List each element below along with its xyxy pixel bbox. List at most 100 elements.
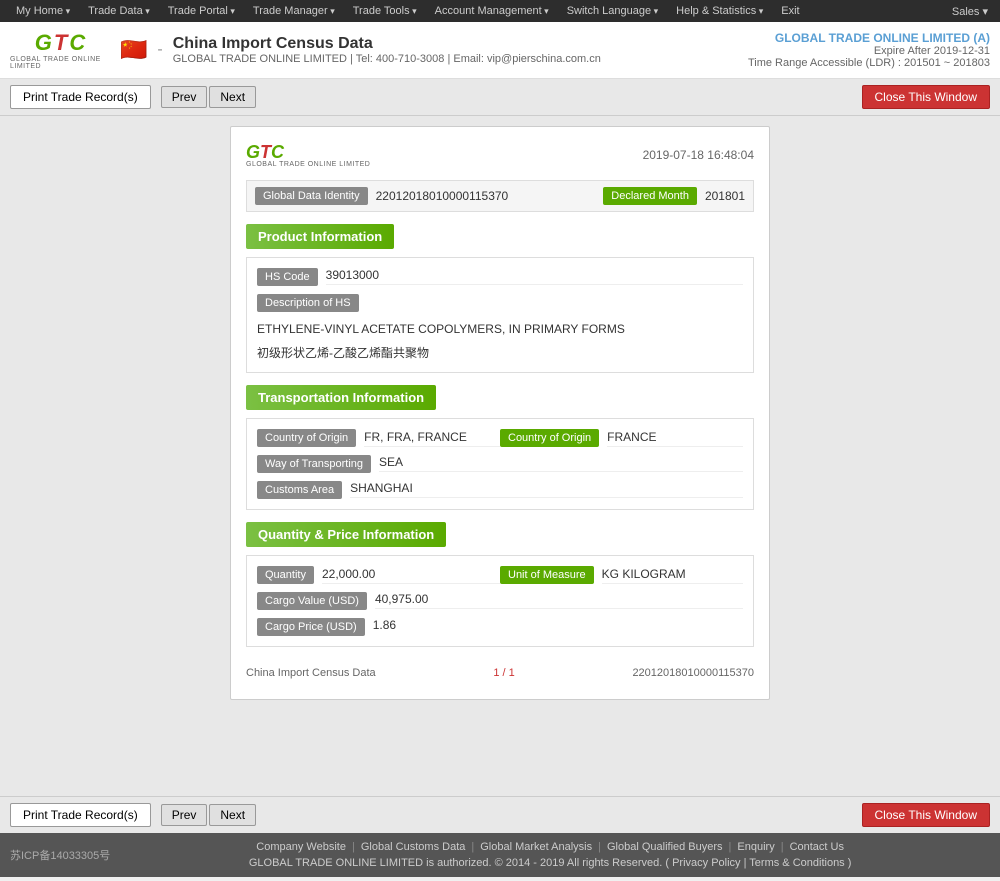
country-origin-right: Country of Origin FRANCE: [500, 429, 743, 447]
quantity-row: Quantity 22,000.00 Unit of Measure KG KI…: [257, 566, 743, 584]
nav-trade-tools[interactable]: Trade Tools: [345, 3, 425, 19]
cargo-price-value: 1.86: [373, 618, 743, 634]
unit-of-measure-label: Unit of Measure: [500, 566, 594, 584]
record-timestamp: 2019-07-18 16:48:04: [643, 148, 754, 162]
close-button-bottom[interactable]: Close This Window: [862, 803, 990, 827]
country-of-origin-label: Country of Origin: [257, 429, 356, 447]
transport-section-body: Country of Origin FR, FRA, FRANCE Countr…: [246, 418, 754, 510]
bottom-toolbar: Print Trade Record(s) Prev Next Close Th…: [0, 796, 1000, 833]
prev-button[interactable]: Prev: [161, 86, 208, 108]
nav-sales[interactable]: Sales ▾: [952, 5, 992, 18]
product-section: Product Information HS Code 39013000 Des…: [246, 224, 754, 373]
top-navigation: My Home Trade Data Trade Portal Trade Ma…: [0, 0, 1000, 22]
icp-number: 苏ICP备14033305号: [10, 847, 110, 863]
nav-my-home[interactable]: My Home: [8, 3, 78, 19]
nav-exit[interactable]: Exit: [773, 3, 807, 19]
country-of-origin-value: FR, FRA, FRANCE: [364, 430, 500, 447]
print-button-bottom[interactable]: Print Trade Record(s): [10, 803, 151, 827]
quantity-left: Quantity 22,000.00: [257, 566, 500, 584]
quantity-label: Quantity: [257, 566, 314, 584]
cargo-value-label: Cargo Value (USD): [257, 592, 367, 610]
description-cn: 初级形状乙烯-乙酸乙烯酯共聚物: [257, 344, 743, 362]
footer-bottom-row: 苏ICP备14033305号 Company Website | Global …: [10, 841, 990, 869]
prev-button-bottom[interactable]: Prev: [161, 804, 208, 826]
global-data-identity-value: 220120180100001153​70: [376, 189, 596, 203]
footer-id: 220120180100001153​70: [632, 667, 754, 679]
footer-global-customs[interactable]: Global Customs Data: [361, 841, 466, 853]
hs-code-value: 39013000: [326, 268, 743, 285]
quantity-section-header: Quantity & Price Information: [246, 522, 446, 547]
quantity-right: Unit of Measure KG KILOGRAM: [500, 566, 743, 584]
unit-of-measure-value: KG KILOGRAM: [602, 567, 743, 584]
hs-code-label: HS Code: [257, 268, 318, 286]
footer-company-website[interactable]: Company Website: [256, 841, 346, 853]
print-button[interactable]: Print Trade Record(s): [10, 85, 151, 109]
card-logo: G T C GLOBAL TRADE ONLINE LIMITED: [246, 142, 370, 168]
nav-help-statistics[interactable]: Help & Statistics: [668, 3, 771, 19]
customs-area-label: Customs Area: [257, 481, 342, 499]
cargo-price-label: Cargo Price (USD): [257, 618, 365, 636]
transport-section: Transportation Information Country of Or…: [246, 385, 754, 510]
cargo-value-value: 40,975.00: [375, 592, 743, 609]
country-origin-left: Country of Origin FR, FRA, FRANCE: [257, 429, 500, 447]
next-button-bottom[interactable]: Next: [209, 804, 256, 826]
nav-account-management[interactable]: Account Management: [427, 3, 557, 19]
card-footer: China Import Census Data 1 / 1 220120180…: [246, 662, 754, 684]
navigation-group: Prev Next: [161, 86, 256, 108]
product-section-header: Product Information: [246, 224, 394, 249]
page-header: G T C GLOBAL TRADE ONLINE LIMITED 🇨🇳 - C…: [0, 22, 1000, 79]
expire-date: Expire After 2019-12-31: [748, 45, 990, 57]
country-of-origin2-label: Country of Origin: [500, 429, 599, 447]
china-flag: 🇨🇳: [120, 37, 147, 63]
logo-subtitle: GLOBAL TRADE ONLINE LIMITED: [10, 56, 110, 70]
footer-global-market[interactable]: Global Market Analysis: [480, 841, 592, 853]
copyright-text: GLOBAL TRADE ONLINE LIMITED is authorize…: [110, 857, 990, 869]
global-data-identity-label: Global Data Identity: [255, 187, 368, 205]
hs-code-row: HS Code 39013000: [257, 268, 743, 286]
footer-enquiry[interactable]: Enquiry: [737, 841, 774, 853]
header-subtitle: GLOBAL TRADE ONLINE LIMITED | Tel: 400-7…: [173, 53, 601, 65]
footer-page: 1 / 1: [493, 667, 514, 679]
way-of-transporting-label: Way of Transporting: [257, 455, 371, 473]
quantity-section: Quantity & Price Information Quantity 22…: [246, 522, 754, 647]
main-content: G T C GLOBAL TRADE ONLINE LIMITED 2019-0…: [0, 116, 1000, 796]
identity-row: Global Data Identity 220120180100001153​…: [246, 180, 754, 212]
company-name: GLOBAL TRADE ONLINE LIMITED (A): [748, 31, 990, 45]
footer-contact-us[interactable]: Contact Us: [790, 841, 844, 853]
ldr-range: Time Range Accessible (LDR) : 201501 ~ 2…: [748, 57, 990, 69]
customs-area-row: Customs Area SHANGHAI: [257, 481, 743, 499]
nav-items-left: My Home Trade Data Trade Portal Trade Ma…: [8, 3, 808, 19]
site-footer: 苏ICP备14033305号 Company Website | Global …: [0, 833, 1000, 877]
nav-trade-manager[interactable]: Trade Manager: [245, 3, 343, 19]
cargo-price-row: Cargo Price (USD) 1.86: [257, 618, 743, 636]
header-right: GLOBAL TRADE ONLINE LIMITED (A) Expire A…: [748, 31, 990, 69]
nav-trade-portal[interactable]: Trade Portal: [160, 3, 243, 19]
header-title-block: China Import Census Data GLOBAL TRADE ON…: [173, 35, 601, 65]
quantity-section-body: Quantity 22,000.00 Unit of Measure KG KI…: [246, 555, 754, 647]
customs-area-value: SHANGHAI: [350, 481, 743, 498]
footer-global-buyers[interactable]: Global Qualified Buyers: [607, 841, 723, 853]
nav-trade-data[interactable]: Trade Data: [80, 3, 158, 19]
description-en: ETHYLENE-VINYL ACETATE COPOLYMERS, IN PR…: [257, 320, 743, 338]
transport-section-header: Transportation Information: [246, 385, 436, 410]
close-button-top[interactable]: Close This Window: [862, 85, 990, 109]
header-left: G T C GLOBAL TRADE ONLINE LIMITED 🇨🇳 - C…: [10, 30, 601, 70]
top-toolbar: Print Trade Record(s) Prev Next Close Th…: [0, 79, 1000, 116]
declared-month-label: Declared Month: [603, 187, 697, 205]
cargo-value-row: Cargo Value (USD) 40,975.00: [257, 592, 743, 610]
company-logo: G T C GLOBAL TRADE ONLINE LIMITED: [10, 30, 110, 70]
next-button[interactable]: Next: [209, 86, 256, 108]
card-header: G T C GLOBAL TRADE ONLINE LIMITED 2019-0…: [246, 142, 754, 168]
bottom-navigation-group: Prev Next: [161, 804, 256, 826]
nav-switch-language[interactable]: Switch Language: [559, 3, 666, 19]
way-of-transporting-value: SEA: [379, 455, 743, 472]
description-hs-row: Description of HS: [257, 294, 743, 312]
page-title: China Import Census Data: [173, 35, 601, 53]
declared-month-value: 201801: [705, 189, 745, 203]
way-of-transporting-row: Way of Transporting SEA: [257, 455, 743, 473]
description-hs-label: Description of HS: [257, 294, 359, 312]
quantity-value: 22,000.00: [322, 567, 500, 584]
country-of-origin2-value: FRANCE: [607, 430, 743, 447]
country-origin-row: Country of Origin FR, FRA, FRANCE Countr…: [257, 429, 743, 447]
record-card: G T C GLOBAL TRADE ONLINE LIMITED 2019-0…: [230, 126, 770, 700]
